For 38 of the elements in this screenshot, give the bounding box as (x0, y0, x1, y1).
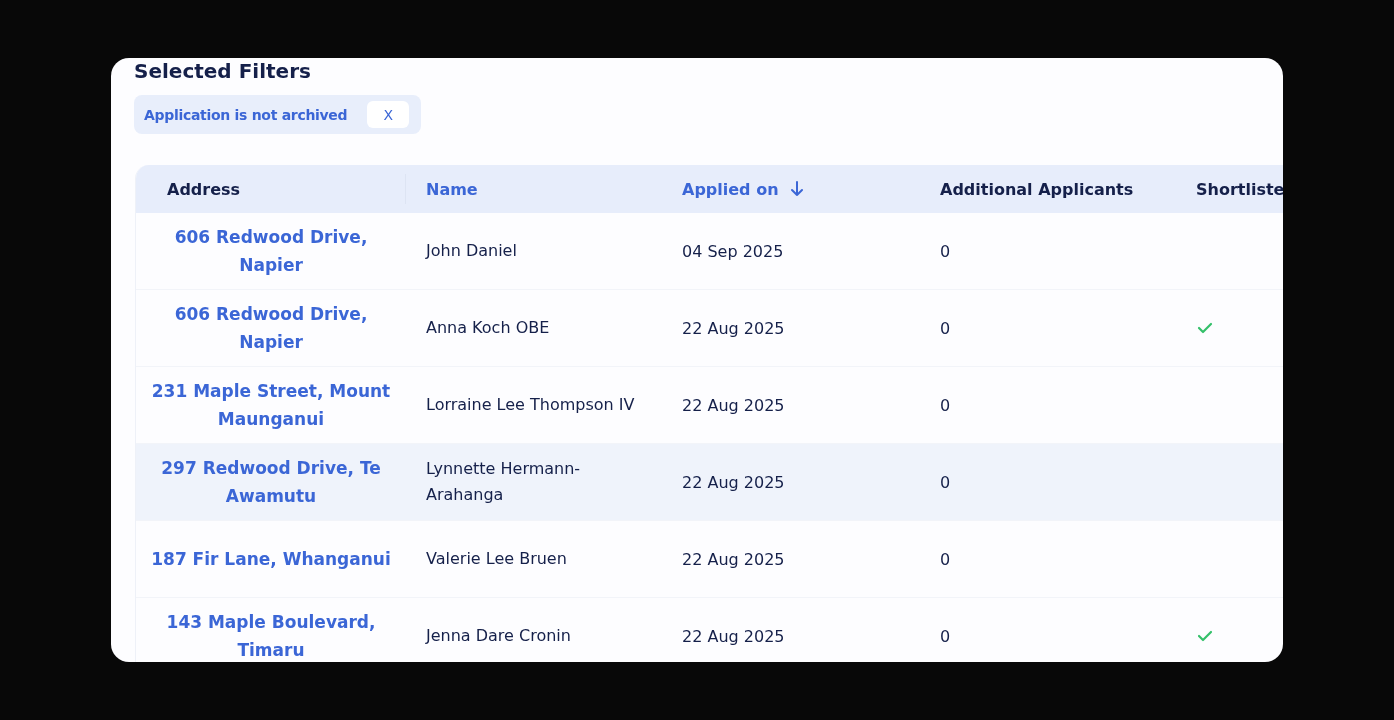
section-title: Selected Filters (134, 58, 312, 84)
table-row[interactable]: 606 Redwood Drive, Napier Anna Koch OBE 22 Aug 2025 0 (136, 290, 1283, 367)
table-cell: 22 Aug 2025 (682, 472, 785, 492)
table-cell-text: Lynnette Hermann-Arahanga (426, 458, 582, 506)
column-header[interactable]: Name (426, 179, 478, 199)
table-row[interactable]: 187 Fir Lane, Whanganui Valerie Lee Bruen 22 Aug 2025 0 (136, 521, 1283, 598)
address-link[interactable]: 187 Fir Lane, Whanganui (151, 545, 391, 573)
column-header: Address (167, 179, 241, 199)
table-cell-text: John Daniel (426, 240, 517, 262)
table-cell: 04 Sep 2025 (682, 241, 784, 261)
table-cell-text: Anna Koch OBE (426, 317, 550, 339)
sort-arrow-icon[interactable] (790, 181, 803, 197)
table-cell: 0 (940, 472, 951, 492)
address-link[interactable]: 231 Maple Street, Mount Maunganui (144, 377, 398, 433)
table-row[interactable]: 143 Maple Boulevard, Timaru Jenna Dare Cronin 22 Aug 2025 0 (136, 598, 1283, 662)
table-cell: 0 (940, 626, 951, 646)
column-header: Additional Applicants (940, 179, 1134, 199)
table-cell: 22 Aug 2025 (682, 549, 785, 569)
table-cell: 22 Aug 2025 (682, 395, 785, 415)
table-cell-text: Jenna Dare Cronin (426, 625, 571, 647)
table-cell-text: Lorraine Lee Thompson IV (426, 394, 635, 416)
column-header[interactable]: Applied on (682, 179, 803, 199)
table-row[interactable]: 297 Redwood Drive, Te Awamutu Lynnette Hermann-Arahanga 22 Aug 2025 0 (136, 444, 1283, 521)
table-cell: 22 Aug 2025 (682, 318, 785, 338)
table-cell: 22 Aug 2025 (682, 626, 785, 646)
table-cell: 0 (940, 549, 951, 569)
table-row[interactable]: 606 Redwood Drive, Napier John Daniel 04 Sep 2025 0 (136, 213, 1283, 290)
address-link[interactable]: 606 Redwood Drive, Napier (144, 223, 398, 279)
table-cell: 0 (940, 395, 951, 415)
table-cell: 0 (940, 318, 951, 338)
remove-filter-button[interactable]: X (367, 101, 410, 128)
table-cell: 0 (940, 241, 951, 261)
filter-label: Application is not archived (144, 106, 348, 123)
table-cell-text: Valerie Lee Bruen (426, 548, 567, 570)
address-link[interactable]: 143 Maple Boulevard, Timaru (144, 608, 398, 662)
column-header: Shortliste (1196, 179, 1283, 199)
address-link[interactable]: 606 Redwood Drive, Napier (144, 300, 398, 356)
address-link[interactable]: 297 Redwood Drive, Te Awamutu (144, 454, 398, 510)
